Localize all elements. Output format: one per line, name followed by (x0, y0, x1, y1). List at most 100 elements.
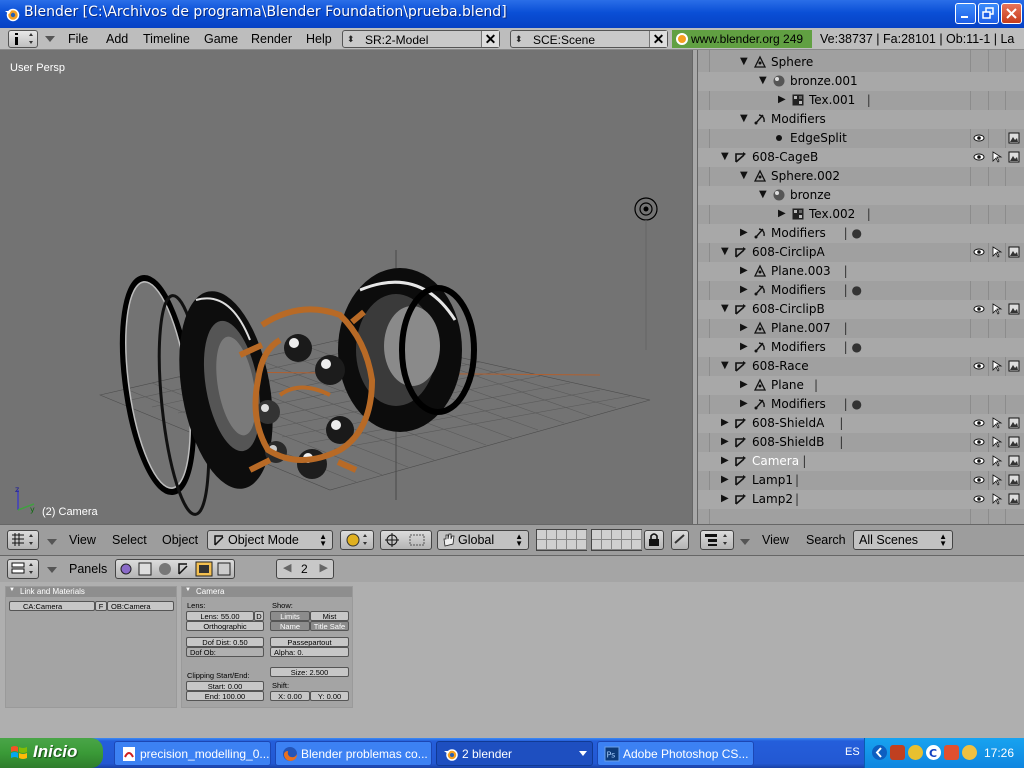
visibility-eye-icon[interactable] (973, 132, 985, 144)
outliner-row[interactable]: ▶ Lamp2 | (698, 490, 1024, 509)
menu-help[interactable]: Help (306, 32, 332, 46)
outliner-row[interactable]: ▶ Modifiers | ● (698, 338, 1024, 357)
language-indicator[interactable]: ES (845, 746, 860, 758)
shift-y-field[interactable]: Y: 0.00 (310, 691, 349, 701)
layer-toggle[interactable] (537, 540, 547, 550)
layer-toggle[interactable] (612, 540, 622, 550)
expand-right-icon[interactable]: ▶ (778, 208, 786, 219)
editor-type-button[interactable] (700, 530, 734, 550)
outliner-row[interactable]: EdgeSplit (698, 129, 1024, 148)
selectable-cursor-icon[interactable] (991, 493, 1003, 505)
frame-number-field[interactable]: ◀ 2 ▶ (276, 559, 334, 579)
outliner-row[interactable]: ▼ 608-CageB (698, 148, 1024, 167)
scene-filter-dropdown[interactable]: All Scenes ▲ ▼ (853, 530, 953, 550)
outliner-row[interactable]: ▼ 608-CirclipB (698, 300, 1024, 319)
outliner-row[interactable]: ▶ Lamp1 | (698, 471, 1024, 490)
outliner-row-label[interactable]: Modifiers (771, 397, 826, 411)
outliner-row-label[interactable]: 608-ShieldB (752, 435, 824, 449)
scene-selector[interactable]: ⬍ SCE:Scene ✕ (510, 30, 668, 48)
renderable-icon[interactable] (1008, 455, 1020, 467)
outliner-row[interactable]: ▶ 608-ShieldB | (698, 433, 1024, 452)
layer-toggle[interactable] (632, 540, 642, 550)
outliner-panel[interactable]: ▼ Sphere ▼ bronze.001 ▶ Tex.001 | ▼ Modifiers Edg… (698, 50, 1024, 524)
outliner-row[interactable]: ▶ Modifiers | ● (698, 281, 1024, 300)
renderable-icon[interactable] (1008, 474, 1020, 486)
menu-game[interactable]: Game (204, 32, 238, 46)
orthographic-toggle[interactable]: Orthographic (186, 621, 264, 631)
expand-right-icon[interactable]: ▶ (740, 398, 748, 409)
fake-user-button[interactable]: F (95, 601, 107, 611)
visibility-eye-icon[interactable] (973, 151, 985, 163)
outliner-row-label[interactable]: 608-ShieldA (752, 416, 824, 430)
outliner-row-label[interactable]: 608-CageB (752, 150, 818, 164)
outliner-row-label[interactable]: 608-Race (752, 359, 809, 373)
show-mist-toggle[interactable]: Mist (310, 611, 349, 621)
delete-scene-icon[interactable]: ✕ (649, 31, 667, 47)
taskbar-item[interactable]: Blender problemas co... (275, 741, 432, 766)
layer-toggle[interactable] (622, 540, 632, 550)
outliner-row[interactable]: ▶ 608-ShieldA | (698, 414, 1024, 433)
expand-right-icon[interactable]: ▶ (721, 474, 729, 485)
layer-toggle[interactable] (577, 540, 587, 550)
expand-down-icon[interactable]: ▼ (759, 75, 767, 86)
selectable-cursor-icon[interactable] (991, 360, 1003, 372)
menu-select[interactable]: Select (112, 533, 147, 547)
renderable-icon[interactable] (1008, 151, 1020, 163)
outliner-row-label[interactable]: EdgeSplit (790, 131, 847, 145)
window-titlebar[interactable]: Blender [C:\Archivos de programa\Blender… (0, 0, 1024, 28)
delete-screen-icon[interactable]: ✕ (481, 31, 499, 47)
visibility-eye-icon[interactable] (973, 455, 985, 467)
outliner-row-label[interactable]: 608-CirclipA (752, 245, 825, 259)
renderable-icon[interactable] (1008, 493, 1020, 505)
draw-type-button[interactable] (340, 530, 374, 550)
start-button[interactable]: Inicio (0, 738, 103, 768)
visibility-eye-icon[interactable] (973, 436, 985, 448)
tray-app-icon[interactable] (890, 745, 905, 760)
orientation-dropdown[interactable]: Global ▲ ▼ (437, 530, 529, 550)
visibility-eye-icon[interactable] (973, 246, 985, 258)
tray-arrow-icon[interactable] (872, 745, 887, 760)
shift-x-field[interactable]: X: 0.00 (270, 691, 310, 701)
outliner-row-label[interactable]: Sphere (771, 55, 813, 69)
object-name-field[interactable]: OB:Camera (107, 601, 174, 611)
outliner-row-label[interactable]: Modifiers (771, 283, 826, 297)
group-dropdown-icon[interactable] (579, 751, 587, 757)
expand-down-icon[interactable]: ▼ (721, 360, 729, 371)
layer-toggle[interactable] (602, 540, 612, 550)
panel-title[interactable]: Camera (182, 587, 352, 597)
renderable-icon[interactable] (1008, 417, 1020, 429)
outliner-row-label[interactable]: Tex.001 (809, 93, 855, 107)
size-field[interactable]: Size: 2.500 (270, 667, 349, 677)
outliner-row[interactable]: ▼ 608-CirclipA (698, 243, 1024, 262)
layer-toggle[interactable] (567, 530, 577, 540)
context-buttons[interactable] (115, 559, 235, 579)
layer-toggle[interactable] (557, 540, 567, 550)
outliner-row[interactable]: ▶ Plane.003 | (698, 262, 1024, 281)
selectable-cursor-icon[interactable] (991, 474, 1003, 486)
layer-toggle[interactable] (622, 530, 632, 540)
layers-group-a[interactable] (536, 529, 587, 551)
visibility-eye-icon[interactable] (973, 474, 985, 486)
taskbar-item[interactable]: precision_modelling_0... (114, 741, 271, 766)
expand-right-icon[interactable]: ▶ (740, 227, 748, 238)
clip-end-field[interactable]: End: 100.00 (186, 691, 264, 701)
menu-object[interactable]: Object (162, 533, 198, 547)
outliner-row[interactable]: ▶ Modifiers | ● (698, 395, 1024, 414)
dof-object-field[interactable]: Dof Ob: (186, 647, 264, 657)
outliner-row-label[interactable]: bronze.001 (790, 74, 858, 88)
outliner-row-label[interactable]: Plane.003 (771, 264, 831, 278)
expand-right-icon[interactable]: ▶ (721, 455, 729, 466)
editor-type-button[interactable] (7, 530, 39, 550)
pivot-button[interactable] (380, 530, 432, 550)
layer-toggle[interactable] (612, 530, 622, 540)
decrement-arrow-icon[interactable]: ◀ (283, 561, 291, 574)
collapse-menu-icon[interactable] (46, 538, 58, 546)
outliner-row[interactable]: ▼ bronze.001 (698, 72, 1024, 91)
menu-render[interactable]: Render (251, 32, 292, 46)
expand-down-icon[interactable]: ▼ (721, 246, 729, 257)
minimize-button[interactable] (955, 3, 976, 24)
messenger-icon[interactable] (962, 745, 977, 760)
menu-view[interactable]: View (69, 533, 96, 547)
camera-data-field[interactable]: CA:Camera (9, 601, 95, 611)
layer-toggle[interactable] (577, 530, 587, 540)
